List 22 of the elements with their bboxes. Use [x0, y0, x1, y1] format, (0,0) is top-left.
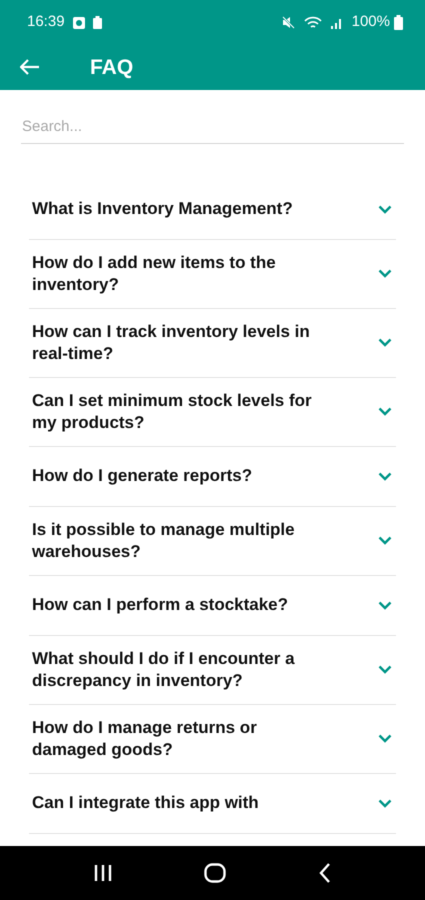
- page-title: FAQ: [90, 54, 134, 80]
- wifi-icon: [304, 16, 322, 30]
- clock: 16:39: [27, 12, 65, 32]
- faq-item[interactable]: How can I track inventory levels in real-time?: [29, 308, 396, 378]
- home-icon[interactable]: [204, 863, 226, 883]
- signal-icon: [330, 16, 344, 29]
- battery-notification-icon: [92, 16, 102, 29]
- faq-item[interactable]: What is Inventory Management?: [29, 180, 396, 240]
- faq-item[interactable]: What should I do if I encounter a discrepancy in inventory?: [29, 636, 396, 704]
- faq-item[interactable]: Can I set minimum stock levels for my products?: [29, 378, 396, 446]
- faq-item[interactable]: Can I integrate this app with: [29, 774, 396, 834]
- battery-icon: [394, 15, 403, 30]
- recent-apps-icon[interactable]: [94, 865, 112, 881]
- faq-item[interactable]: How do I generate reports?: [29, 446, 396, 506]
- back-icon[interactable]: [318, 863, 331, 883]
- faq-item[interactable]: Is it possible to manage multiple warehouses?: [29, 506, 396, 576]
- battery-percentage: 100%: [352, 12, 390, 32]
- notification-icon: [72, 16, 85, 28]
- mute-icon: [282, 16, 296, 29]
- faq-item[interactable]: How do I add new items to the inventory?: [29, 240, 396, 308]
- faq-item[interactable]: How do I manage returns or damaged goods?: [29, 704, 396, 774]
- faq-item[interactable]: How can I perform a stocktake?: [29, 576, 396, 636]
